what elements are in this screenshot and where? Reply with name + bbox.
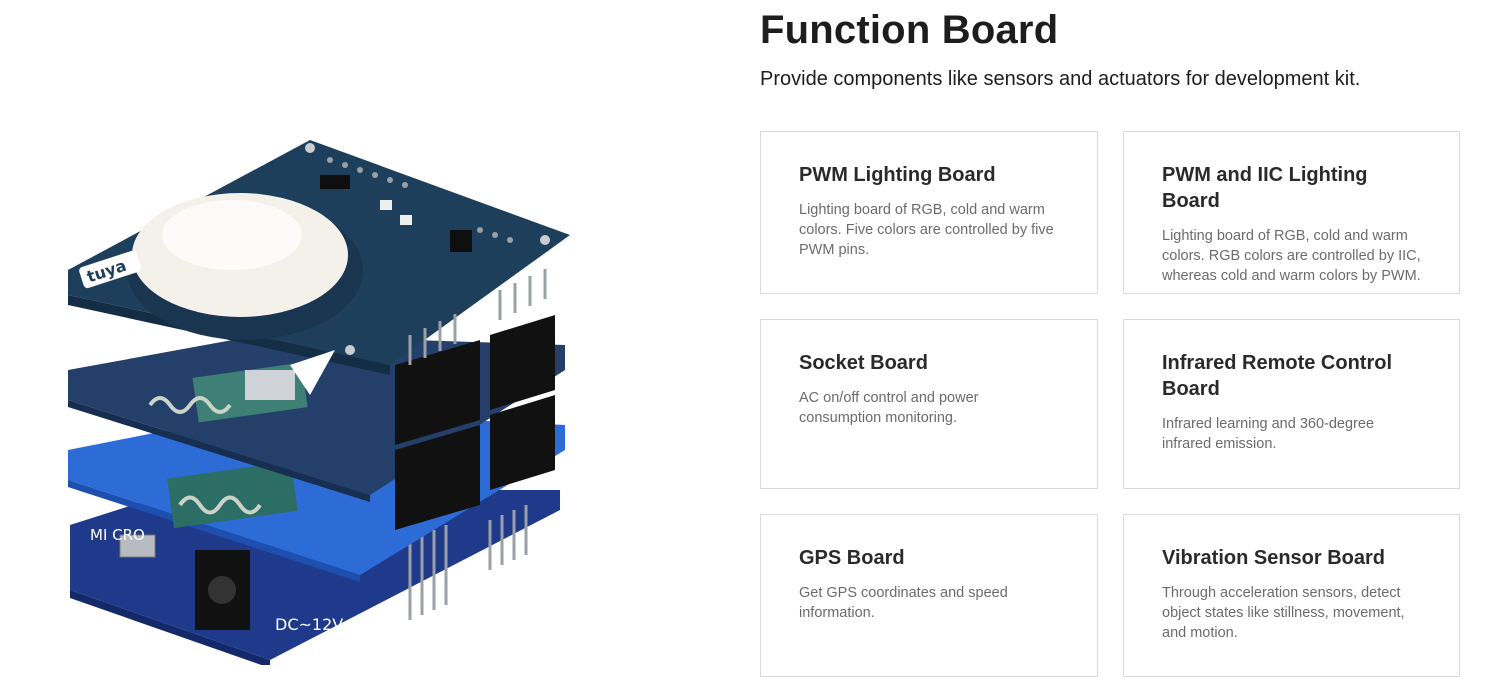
card-pwm-lighting-board[interactable]: PWM Lighting Board Lighting board of RGB… — [760, 131, 1098, 294]
page-subtitle: Provide components like sensors and actu… — [760, 68, 1361, 90]
card-infrared-remote-control-board[interactable]: Infrared Remote Control Board Infrared l… — [1123, 319, 1460, 489]
dev-kit-board-stack-image: MI CRO DC~12V tuya — [68, 140, 570, 665]
card-description: Through acceleration sensors, detect obj… — [1162, 585, 1405, 641]
card-title: Vibration Sensor Board — [1162, 547, 1386, 569]
card-title: Socket Board — [799, 352, 928, 374]
board-silk-dc: DC~12V — [275, 615, 343, 634]
card-socket-board[interactable]: Socket Board AC on/off control and power… — [760, 319, 1098, 489]
card-pwm-iic-lighting-board[interactable]: PWM and IIC Lighting Board Lighting boar… — [1123, 131, 1460, 294]
card-description: Lighting board of RGB, cold and warm col… — [799, 202, 1054, 258]
card-title: Infrared Remote Control Board — [1162, 352, 1393, 400]
card-description: Get GPS coordinates and speed informatio… — [799, 585, 1008, 621]
board-silk-micro: MI CRO — [90, 526, 145, 544]
page-title: Function Board — [760, 8, 1059, 52]
card-title: PWM and IIC Lighting Board — [1162, 164, 1368, 212]
card-gps-board[interactable]: GPS Board Get GPS coordinates and speed … — [760, 514, 1098, 677]
card-description: Infrared learning and 360-degree infrare… — [1162, 416, 1375, 452]
card-vibration-sensor-board[interactable]: Vibration Sensor Board Through accelerat… — [1123, 514, 1460, 677]
card-title: GPS Board — [799, 547, 905, 569]
card-title: PWM Lighting Board — [799, 164, 996, 186]
card-description: AC on/off control and power consumption … — [799, 390, 979, 426]
card-description: Lighting board of RGB, cold and warm col… — [1162, 228, 1421, 284]
